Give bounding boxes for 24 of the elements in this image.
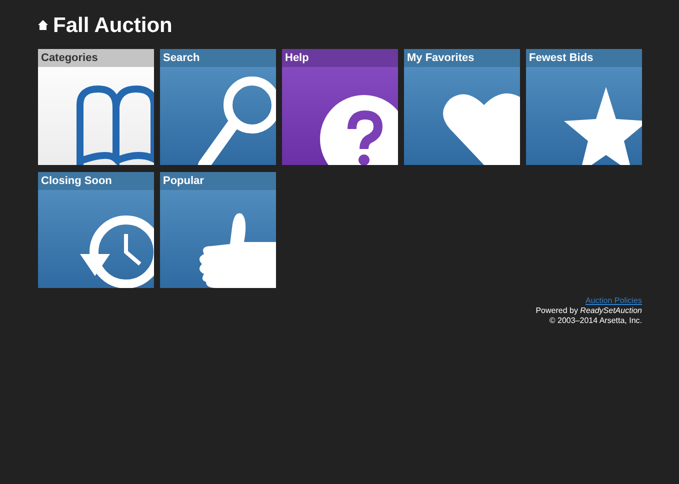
tile-label: Help (282, 49, 398, 67)
menu-tile[interactable]: My Favorites (404, 49, 520, 165)
tile-label: Fewest Bids (526, 49, 642, 67)
auction-policies-link[interactable]: Auction Policies (586, 296, 642, 306)
star-icon (564, 87, 642, 165)
menu-tile[interactable]: Closing Soon (38, 172, 154, 288)
copyright-text: © 2003–2014 Arsetta, Inc. (549, 316, 642, 326)
help-icon (320, 95, 398, 165)
menu-tile[interactable]: Fewest Bids (526, 49, 642, 165)
history-clock-icon (80, 215, 154, 288)
menu-tile[interactable]: Popular (160, 172, 276, 288)
tile-label: Popular (160, 172, 276, 190)
tile-label: Categories (38, 49, 154, 67)
search-icon (197, 76, 276, 165)
tile-label: My Favorites (404, 49, 520, 67)
menu-tile[interactable]: Search (160, 49, 276, 165)
page-title: Fall Auction (53, 14, 172, 36)
tile-label: Closing Soon (38, 172, 154, 190)
menu-tile[interactable]: Categories (38, 49, 154, 165)
powered-by-text: Powered by ReadySetAuction (536, 306, 642, 316)
menu-tile[interactable]: Help (282, 49, 398, 165)
tile-label: Search (160, 49, 276, 67)
home-icon[interactable] (38, 20, 48, 30)
open-book-icon (76, 85, 154, 165)
